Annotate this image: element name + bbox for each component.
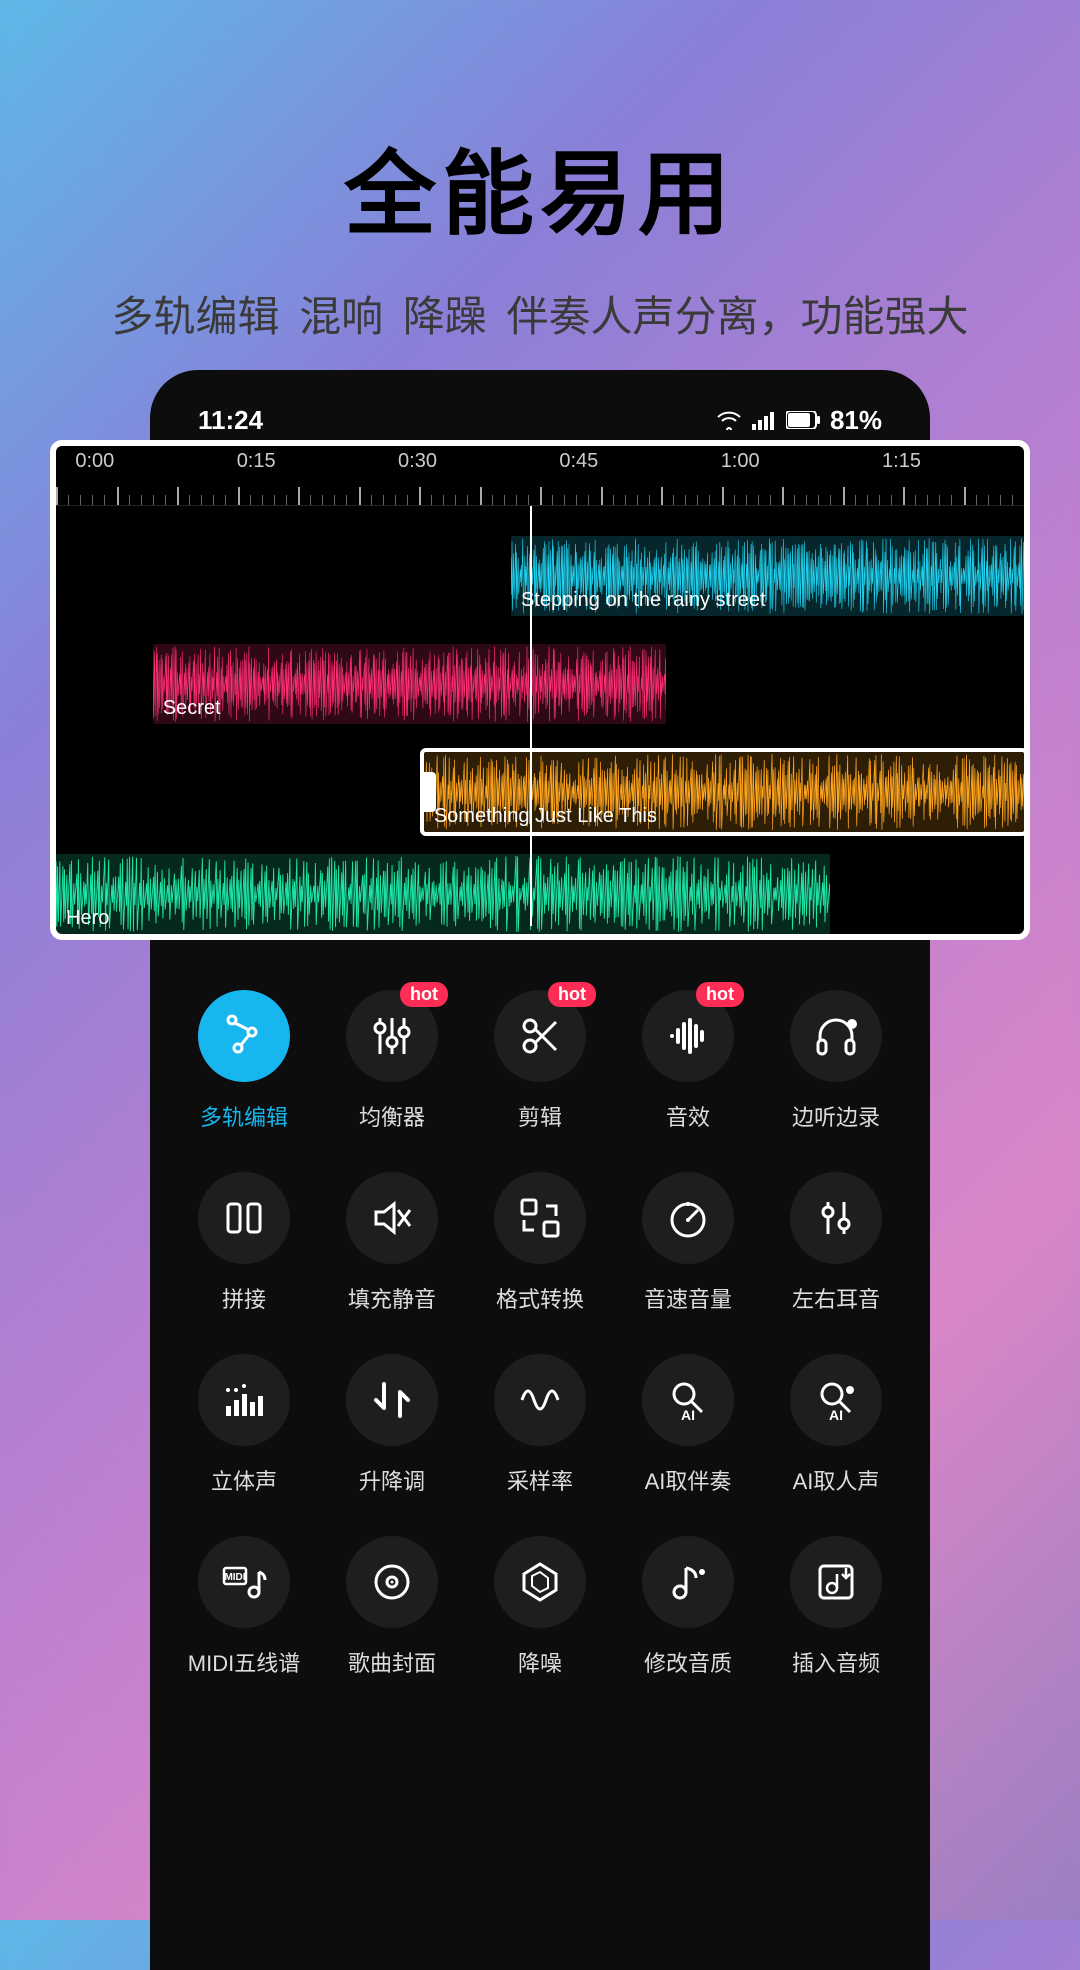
stereo-lr-icon	[790, 1172, 882, 1264]
ruler-label: 1:00	[721, 450, 760, 473]
tool-ai-inst[interactable]: AI取伴奏	[614, 1354, 762, 1496]
tool-label: 剪辑	[518, 1100, 562, 1132]
tool-label: 降噪	[518, 1646, 562, 1678]
midi-icon	[198, 1536, 290, 1628]
tool-merge[interactable]: 拼接	[170, 1172, 318, 1314]
tool-multitrack[interactable]: 多轨编辑	[170, 990, 318, 1132]
tool-headphone-rec[interactable]: 边听边录	[762, 990, 910, 1132]
tool-ai-vocal[interactable]: AI取人声	[762, 1354, 910, 1496]
tool-label: 立体声	[211, 1464, 277, 1496]
tool-bars[interactable]: 立体声	[170, 1354, 318, 1496]
ai-inst-icon	[642, 1354, 734, 1446]
clip-label: Secret	[163, 697, 221, 720]
hot-badge: hot	[400, 982, 448, 1007]
tool-label: 修改音质	[644, 1646, 732, 1678]
status-time: 11:24	[198, 405, 263, 436]
tool-label: 升降调	[359, 1464, 425, 1496]
timeline-ruler[interactable]: 0:00 0:15 0:30 0:45 1:00 1:15	[56, 446, 1024, 506]
hot-badge: hot	[548, 982, 596, 1007]
signal-icon	[752, 410, 776, 430]
tool-label: 均衡器	[359, 1100, 425, 1132]
ruler-label: 0:00	[75, 450, 114, 473]
tool-insert[interactable]: 插入音频	[762, 1536, 910, 1678]
tracks-area[interactable]: Stepping on the rainy street Secret Someth…	[56, 506, 1024, 926]
headphone-rec-icon	[790, 990, 882, 1082]
hot-badge: hot	[696, 982, 744, 1007]
ruler-label: 0:15	[237, 450, 276, 473]
tool-sample[interactable]: 采样率	[466, 1354, 614, 1496]
status-bar: 11:24 81%	[150, 398, 930, 442]
tool-midi[interactable]: MIDI五线谱	[170, 1536, 318, 1678]
clip-label: Stepping on the rainy street	[521, 589, 766, 612]
tool-equalizer[interactable]: hot 均衡器	[318, 990, 466, 1132]
battery-percent: 81%	[830, 405, 882, 436]
tool-label: 格式转换	[496, 1282, 584, 1314]
ai-vocal-icon	[790, 1354, 882, 1446]
status-right: 81%	[716, 405, 882, 436]
merge-icon	[198, 1172, 290, 1264]
tool-label: 插入音频	[792, 1646, 880, 1678]
bars-icon	[198, 1354, 290, 1446]
hero-subtitle: 多轨编辑 混响 降躁 伴奏人声分离，功能强大	[0, 283, 1080, 344]
tool-label: 采样率	[507, 1464, 573, 1496]
wifi-icon	[716, 410, 742, 430]
tool-label: 拼接	[222, 1282, 266, 1314]
clip-label: Something Just Like This	[434, 805, 657, 828]
mute-icon	[346, 1172, 438, 1264]
tool-label: 左右耳音	[792, 1282, 880, 1314]
quality-icon	[642, 1536, 734, 1628]
multitrack-icon	[198, 990, 290, 1082]
audio-clip[interactable]: Hero	[56, 854, 830, 934]
clip-handle[interactable]	[424, 772, 436, 812]
tool-grid: 多轨编辑 hot 均衡器 hot 剪辑 hot 音效 边听边录 拼接 填充静音	[150, 960, 930, 1708]
tool-label: MIDI五线谱	[188, 1646, 300, 1678]
speed-icon	[642, 1172, 734, 1264]
convert-icon	[494, 1172, 586, 1264]
tool-stereo-lr[interactable]: 左右耳音	[762, 1172, 910, 1314]
tool-label: AI取伴奏	[645, 1464, 732, 1496]
tool-label: 填充静音	[348, 1282, 436, 1314]
tool-label: 歌曲封面	[348, 1646, 436, 1678]
ruler-label: 0:30	[398, 450, 437, 473]
tool-quality[interactable]: 修改音质	[614, 1536, 762, 1678]
tool-scissors[interactable]: hot 剪辑	[466, 990, 614, 1132]
audio-clip[interactable]: Something Just Like This	[424, 752, 1024, 832]
tool-mute[interactable]: 填充静音	[318, 1172, 466, 1314]
audio-clip[interactable]: Secret	[153, 644, 666, 724]
insert-icon	[790, 1536, 882, 1628]
tool-label: 音速音量	[644, 1282, 732, 1314]
disc-icon	[346, 1536, 438, 1628]
audio-clip[interactable]: Stepping on the rainy street	[511, 536, 1024, 616]
tool-denoise[interactable]: 降噪	[466, 1536, 614, 1678]
tool-label: AI取人声	[793, 1464, 880, 1496]
battery-icon	[786, 411, 820, 429]
tool-label: 音效	[666, 1100, 710, 1132]
tool-label: 边听边录	[792, 1100, 880, 1132]
ruler-label: 1:15	[882, 450, 921, 473]
ruler-ticks	[56, 483, 1024, 505]
playhead[interactable]	[530, 506, 532, 926]
pitch-icon	[346, 1354, 438, 1446]
ruler-label: 0:45	[559, 450, 598, 473]
tool-convert[interactable]: 格式转换	[466, 1172, 614, 1314]
sample-icon	[494, 1354, 586, 1446]
tool-speed[interactable]: 音速音量	[614, 1172, 762, 1314]
tool-disc[interactable]: 歌曲封面	[318, 1536, 466, 1678]
tool-label: 多轨编辑	[200, 1100, 288, 1132]
tool-pitch[interactable]: 升降调	[318, 1354, 466, 1496]
timeline-panel[interactable]: 0:00 0:15 0:30 0:45 1:00 1:15 Stepping on the…	[50, 440, 1030, 940]
denoise-icon	[494, 1536, 586, 1628]
tool-soundfx[interactable]: hot 音效	[614, 990, 762, 1132]
hero-title: 全能易用	[0, 0, 1080, 253]
clip-label: Hero	[66, 907, 109, 930]
